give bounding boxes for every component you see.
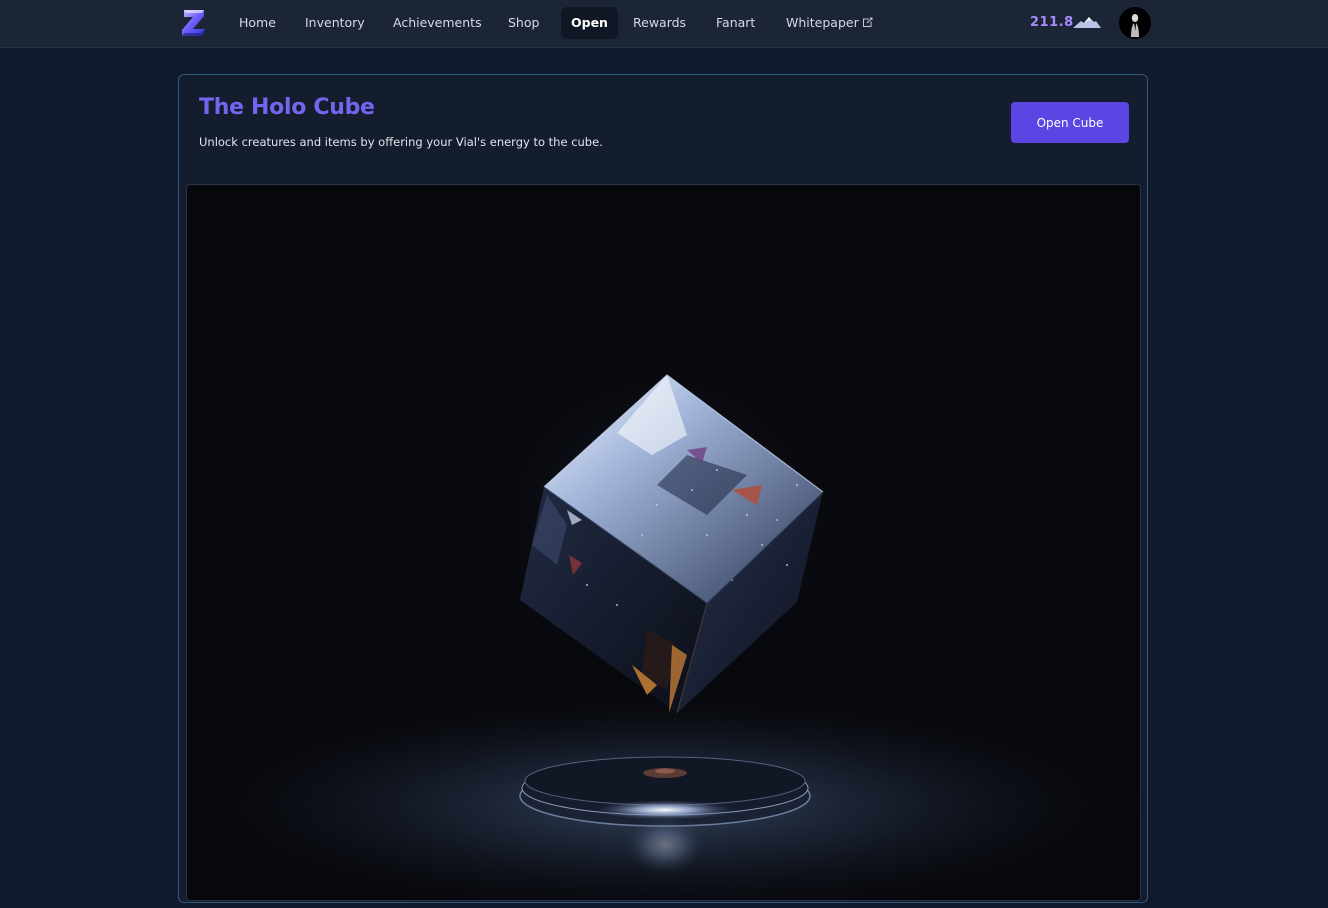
nav-achievements[interactable]: Achievements (383, 7, 492, 39)
external-link-icon (862, 17, 873, 27)
z-logo-icon[interactable] (180, 7, 208, 39)
nav-inventory[interactable]: Inventory (295, 7, 375, 39)
cube-viewport[interactable] (186, 184, 1141, 901)
nav-whitepaper-label: Whitepaper (786, 15, 859, 30)
nav-whitepaper[interactable]: Whitepaper (776, 7, 883, 39)
page-title: The Holo Cube (199, 95, 375, 120)
holo-cube-card: The Holo Cube Unlock creatures and items… (178, 74, 1148, 903)
nav-rewards[interactable]: Rewards (623, 7, 696, 39)
nav-open[interactable]: Open (561, 7, 618, 39)
page-subtitle: Unlock creatures and items by offering y… (199, 135, 603, 149)
balance-value: 211.8 (1030, 15, 1074, 30)
open-cube-button[interactable]: Open Cube (1011, 102, 1129, 143)
nav-shop[interactable]: Shop (498, 7, 549, 39)
mountain-icon (1073, 17, 1101, 28)
holo-cube-scene (187, 185, 1140, 900)
top-navbar: Home Inventory Achievements Shop Open Re… (0, 0, 1328, 48)
avatar[interactable] (1119, 7, 1151, 39)
nav-fanart[interactable]: Fanart (706, 7, 765, 39)
nav-home[interactable]: Home (229, 7, 286, 39)
user-avatar (1119, 7, 1151, 39)
